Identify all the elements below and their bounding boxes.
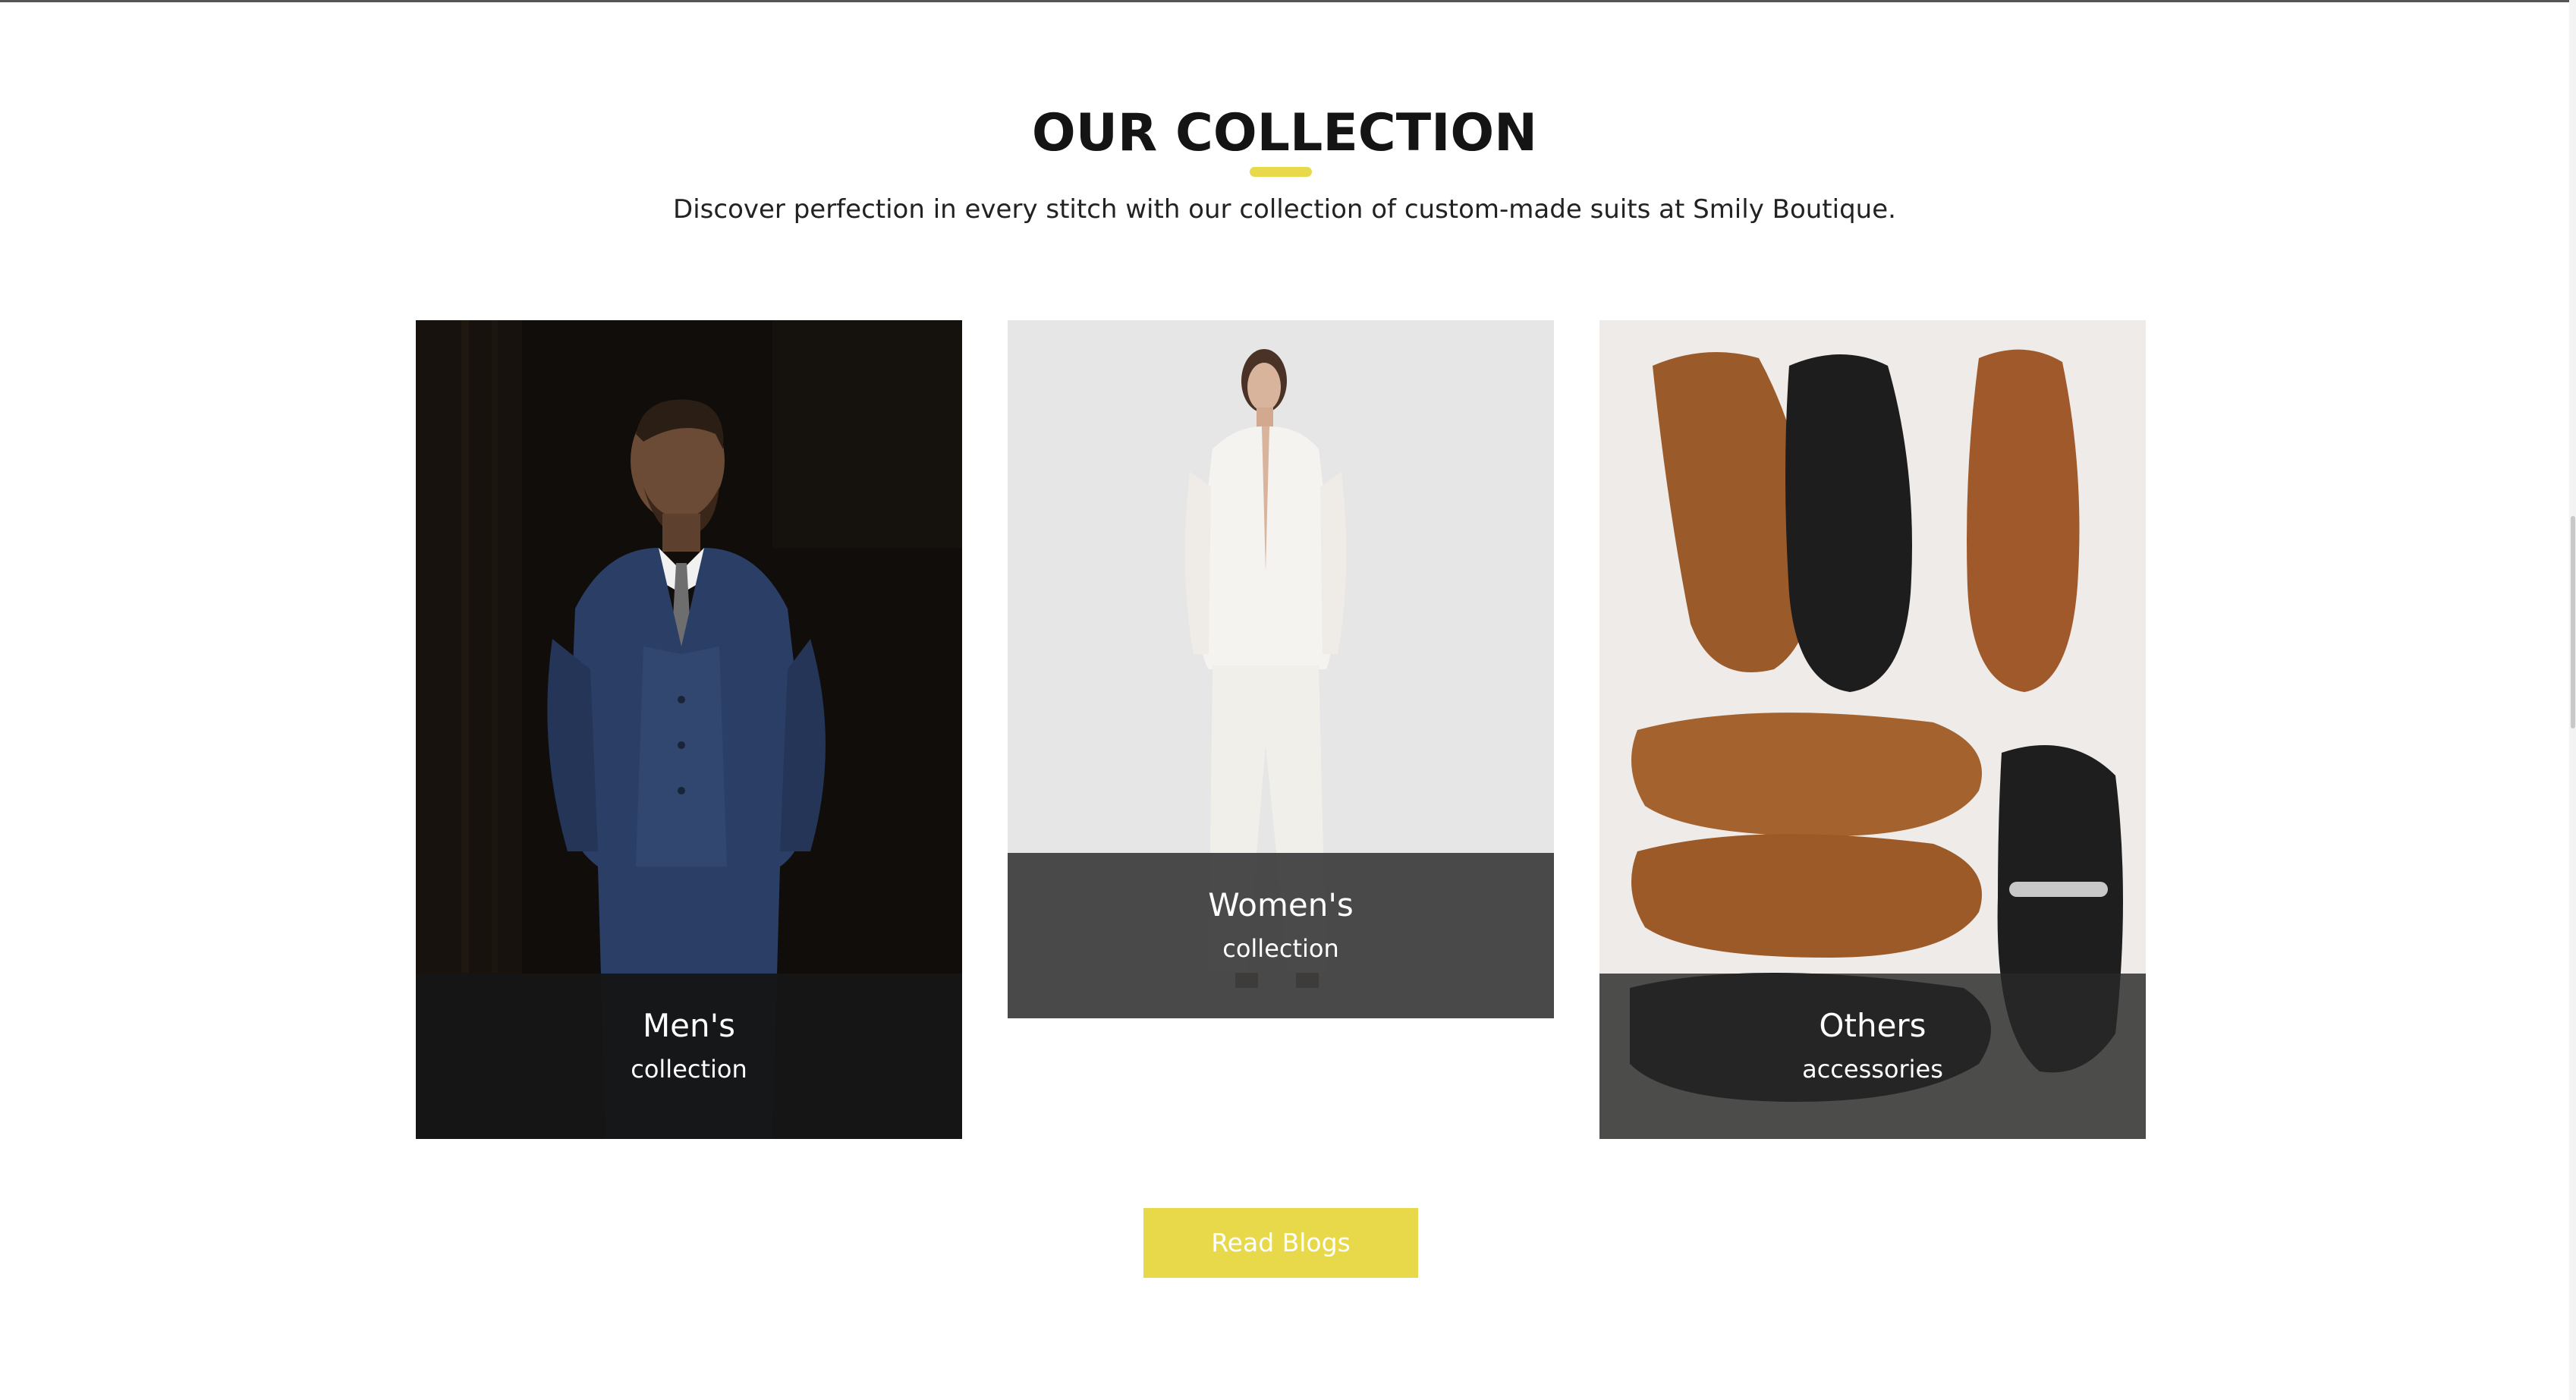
card-title: Men's: [642, 1007, 736, 1044]
card-caption: Others accessories: [1599, 974, 2146, 1139]
card-subtitle: collection: [1222, 934, 1339, 963]
others-accessories-card[interactable]: Others accessories: [1599, 320, 2146, 1139]
card-subtitle: accessories: [1802, 1055, 1943, 1084]
card-caption: Women's collection: [1008, 853, 1554, 1018]
scrollbar-thumb[interactable]: [2571, 516, 2575, 728]
card-subtitle: collection: [631, 1055, 747, 1084]
card-title: Others: [1819, 1007, 1926, 1044]
section-title: OUR COLLECTION: [1031, 103, 1538, 163]
section-subtitle: Discover perfection in every stitch with…: [673, 194, 1896, 225]
mens-collection-card[interactable]: Men's collection: [416, 320, 962, 1139]
card-caption: Men's collection: [416, 974, 962, 1139]
card-title: Women's: [1208, 886, 1354, 923]
womens-collection-card[interactable]: Women's collection: [1008, 320, 1554, 1018]
collection-section: OUR COLLECTION Discover perfection in ev…: [0, 0, 2569, 1400]
read-blogs-button[interactable]: Read Blogs: [1143, 1208, 1418, 1278]
page-scrollbar[interactable]: [2569, 0, 2576, 1400]
title-underline-accent: [1250, 167, 1312, 177]
